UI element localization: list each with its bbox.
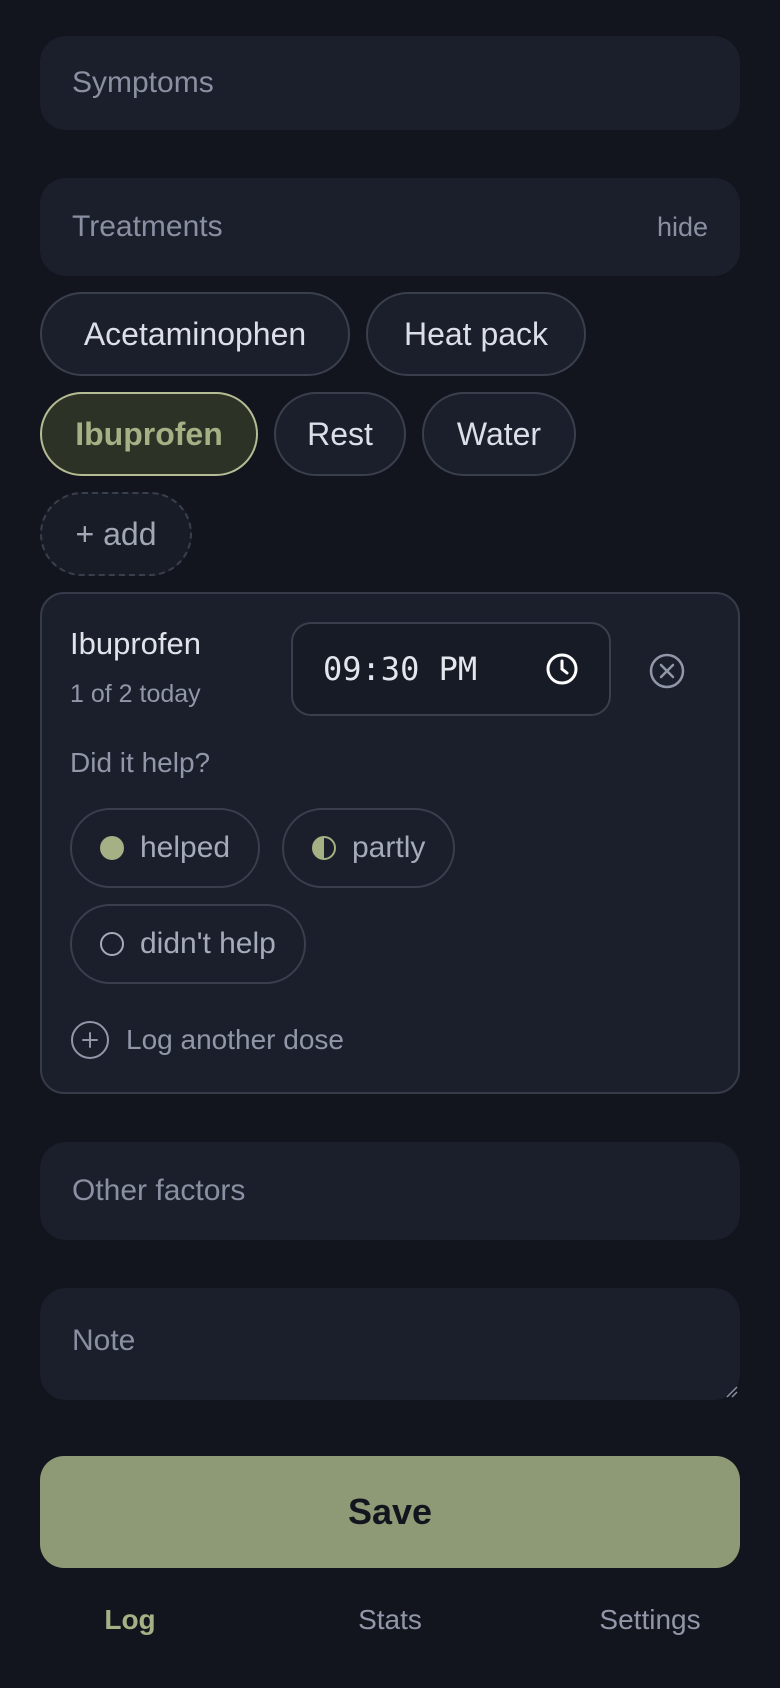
chip-heat-pack[interactable]: Heat pack [366, 292, 586, 376]
chip-rest[interactable]: Rest [274, 392, 406, 476]
other-factors-label: Other factors [72, 1174, 246, 1207]
nav-stats[interactable]: Stats [358, 1604, 422, 1636]
treatments-hide-toggle[interactable]: hide [657, 212, 708, 243]
treatments-label: Treatments [72, 210, 223, 243]
save-button[interactable]: Save [40, 1456, 740, 1568]
half-circle-icon [312, 836, 336, 860]
log-another-dose-button[interactable]: Log another dose [70, 1020, 344, 1060]
dose-count: 1 of 2 today [70, 680, 201, 708]
symptoms-field[interactable]: Symptoms [40, 36, 740, 130]
nav-settings[interactable]: Settings [599, 1604, 700, 1636]
resize-handle-icon[interactable] [724, 1384, 738, 1398]
chip-water[interactable]: Water [422, 392, 576, 476]
dose-time-value: 09:30 PM [323, 650, 478, 688]
option-helped[interactable]: helped [70, 808, 261, 888]
note-placeholder: Note [72, 1324, 136, 1357]
log-another-dose-label: Log another dose [126, 1024, 344, 1055]
option-partly-label: partly [352, 831, 426, 864]
filled-circle-icon [100, 836, 124, 860]
option-didnt-help[interactable]: didn't help [70, 904, 306, 984]
nav-log[interactable]: Log [104, 1604, 155, 1636]
dose-time-input[interactable]: 09:30 PM [291, 622, 611, 716]
other-factors-field[interactable]: Other factors [40, 1142, 740, 1240]
clock-icon[interactable] [545, 652, 579, 686]
log-screen: Symptoms Treatments hide Acetaminophen H… [0, 0, 780, 1688]
treatments-section-header: Treatments hide [40, 178, 740, 276]
option-partly[interactable]: partly [282, 808, 456, 888]
plus-circle-icon [71, 1021, 109, 1059]
chip-acetaminophen[interactable]: Acetaminophen [40, 292, 350, 376]
dose-name: Ibuprofen [70, 626, 201, 661]
dose-card: Ibuprofen 1 of 2 today 09:30 PM Did it h… [40, 592, 740, 1094]
option-didnt-help-label: didn't help [140, 927, 276, 960]
chip-ibuprofen[interactable]: Ibuprofen [40, 392, 258, 476]
symptoms-label: Symptoms [72, 66, 214, 99]
empty-circle-icon [100, 932, 124, 956]
effect-question: Did it help? [70, 747, 211, 778]
option-helped-label: helped [140, 831, 231, 864]
add-treatment-chip[interactable]: + add [40, 492, 192, 576]
remove-dose-icon[interactable] [648, 652, 686, 690]
note-textarea[interactable]: Note [40, 1288, 740, 1400]
